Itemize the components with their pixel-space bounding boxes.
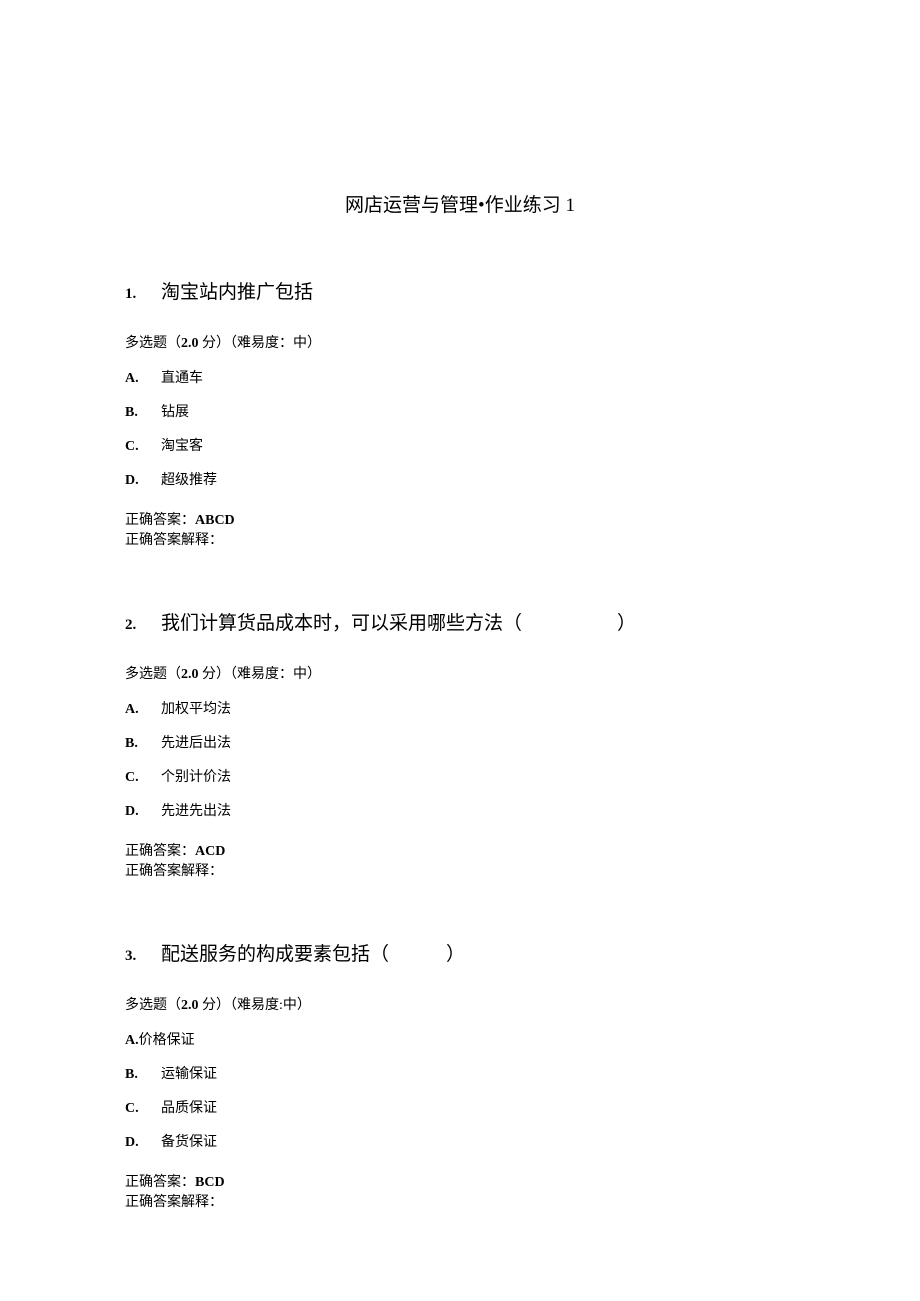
option-text: 运输保证 <box>161 1063 217 1083</box>
question-block: 2. 我们计算货品成本时，可以采用哪些方法（ ） 多选题（2.0 分）（难易度：… <box>125 608 795 881</box>
option-label: C. <box>125 1101 161 1117</box>
question-number: 3. <box>125 948 161 965</box>
answer-value: BCD <box>195 1175 225 1190</box>
meta-score: 2.0 <box>181 336 199 351</box>
option-label: C. <box>125 439 161 455</box>
answer-block: 正确答案：ACD 正确答案解释： <box>125 842 795 881</box>
option-text: 价格保证 <box>139 1033 195 1048</box>
option-label: B. <box>125 405 161 421</box>
question-meta: 多选题（2.0 分）（难易度：中） <box>125 332 795 352</box>
option-row: D. 先进先出法 <box>125 800 795 820</box>
option-text: 淘宝客 <box>161 435 203 455</box>
meta-score: 2.0 <box>181 998 199 1013</box>
meta-prefix: 多选题（ <box>125 998 181 1013</box>
option-text: 钻展 <box>161 401 189 421</box>
meta-prefix: 多选题（ <box>125 667 181 682</box>
option-row: C. 个别计价法 <box>125 766 795 786</box>
option-row: B. 运输保证 <box>125 1063 795 1083</box>
question-block: 3. 配送服务的构成要素包括（ ） 多选题（2.0 分）（难易度:中） A.价格… <box>125 939 795 1212</box>
option-text: 直通车 <box>161 367 203 387</box>
question-title-row: 3. 配送服务的构成要素包括（ ） <box>125 939 795 966</box>
answer-value: ABCD <box>195 513 235 528</box>
option-label: D. <box>125 1135 161 1151</box>
meta-suffix: 分）（难易度：中） <box>199 336 322 351</box>
option-text: 品质保证 <box>161 1097 217 1117</box>
answer-block: 正确答案：ABCD 正确答案解释： <box>125 511 795 550</box>
option-row: C. 品质保证 <box>125 1097 795 1117</box>
option-text: 个别计价法 <box>161 766 231 786</box>
option-text: 备货保证 <box>161 1131 217 1151</box>
question-title-row: 1. 淘宝站内推广包括 <box>125 277 795 304</box>
option-label: C. <box>125 770 161 786</box>
question-meta: 多选题（2.0 分）（难易度：中） <box>125 663 795 683</box>
page-title: 网店运营与管理•作业练习 1 <box>125 190 795 217</box>
question-meta: 多选题（2.0 分）（难易度:中） <box>125 994 795 1014</box>
meta-suffix: 分）（难易度：中） <box>199 667 322 682</box>
option-label: B. <box>125 1067 161 1083</box>
option-label: A. <box>125 702 161 718</box>
answer-label: 正确答案： <box>125 513 195 528</box>
question-number: 2. <box>125 617 161 634</box>
option-label: D. <box>125 804 161 820</box>
option-text: 先进先出法 <box>161 800 231 820</box>
option-inline-row: A.价格保证 <box>125 1029 795 1049</box>
option-text: 超级推荐 <box>161 469 217 489</box>
question-number: 1. <box>125 286 161 303</box>
explain-label: 正确答案解释： <box>125 862 795 882</box>
question-title-row: 2. 我们计算货品成本时，可以采用哪些方法（ ） <box>125 608 795 635</box>
question-text: 我们计算货品成本时，可以采用哪些方法（ ） <box>161 608 636 635</box>
option-row: A. 加权平均法 <box>125 698 795 718</box>
option-text: 加权平均法 <box>161 698 231 718</box>
option-label: B. <box>125 736 161 752</box>
option-row: A. 直通车 <box>125 367 795 387</box>
option-row: D. 备货保证 <box>125 1131 795 1151</box>
option-row: D. 超级推荐 <box>125 469 795 489</box>
answer-block: 正确答案：BCD 正确答案解释： <box>125 1173 795 1212</box>
meta-suffix: 分）（难易度:中） <box>199 998 311 1013</box>
meta-score: 2.0 <box>181 667 199 682</box>
option-row: B. 钻展 <box>125 401 795 421</box>
explain-label: 正确答案解释： <box>125 1193 795 1213</box>
option-text: 先进后出法 <box>161 732 231 752</box>
option-label: D. <box>125 473 161 489</box>
option-label: A. <box>125 1033 139 1048</box>
answer-label: 正确答案： <box>125 844 195 859</box>
option-label: A. <box>125 371 161 387</box>
answer-label: 正确答案： <box>125 1175 195 1190</box>
option-row: B. 先进后出法 <box>125 732 795 752</box>
question-text: 淘宝站内推广包括 <box>161 277 313 304</box>
question-block: 1. 淘宝站内推广包括 多选题（2.0 分）（难易度：中） A. 直通车 B. … <box>125 277 795 550</box>
question-text: 配送服务的构成要素包括（ ） <box>161 939 465 966</box>
option-row: C. 淘宝客 <box>125 435 795 455</box>
meta-prefix: 多选题（ <box>125 336 181 351</box>
answer-value: ACD <box>195 844 225 859</box>
explain-label: 正确答案解释： <box>125 531 795 551</box>
